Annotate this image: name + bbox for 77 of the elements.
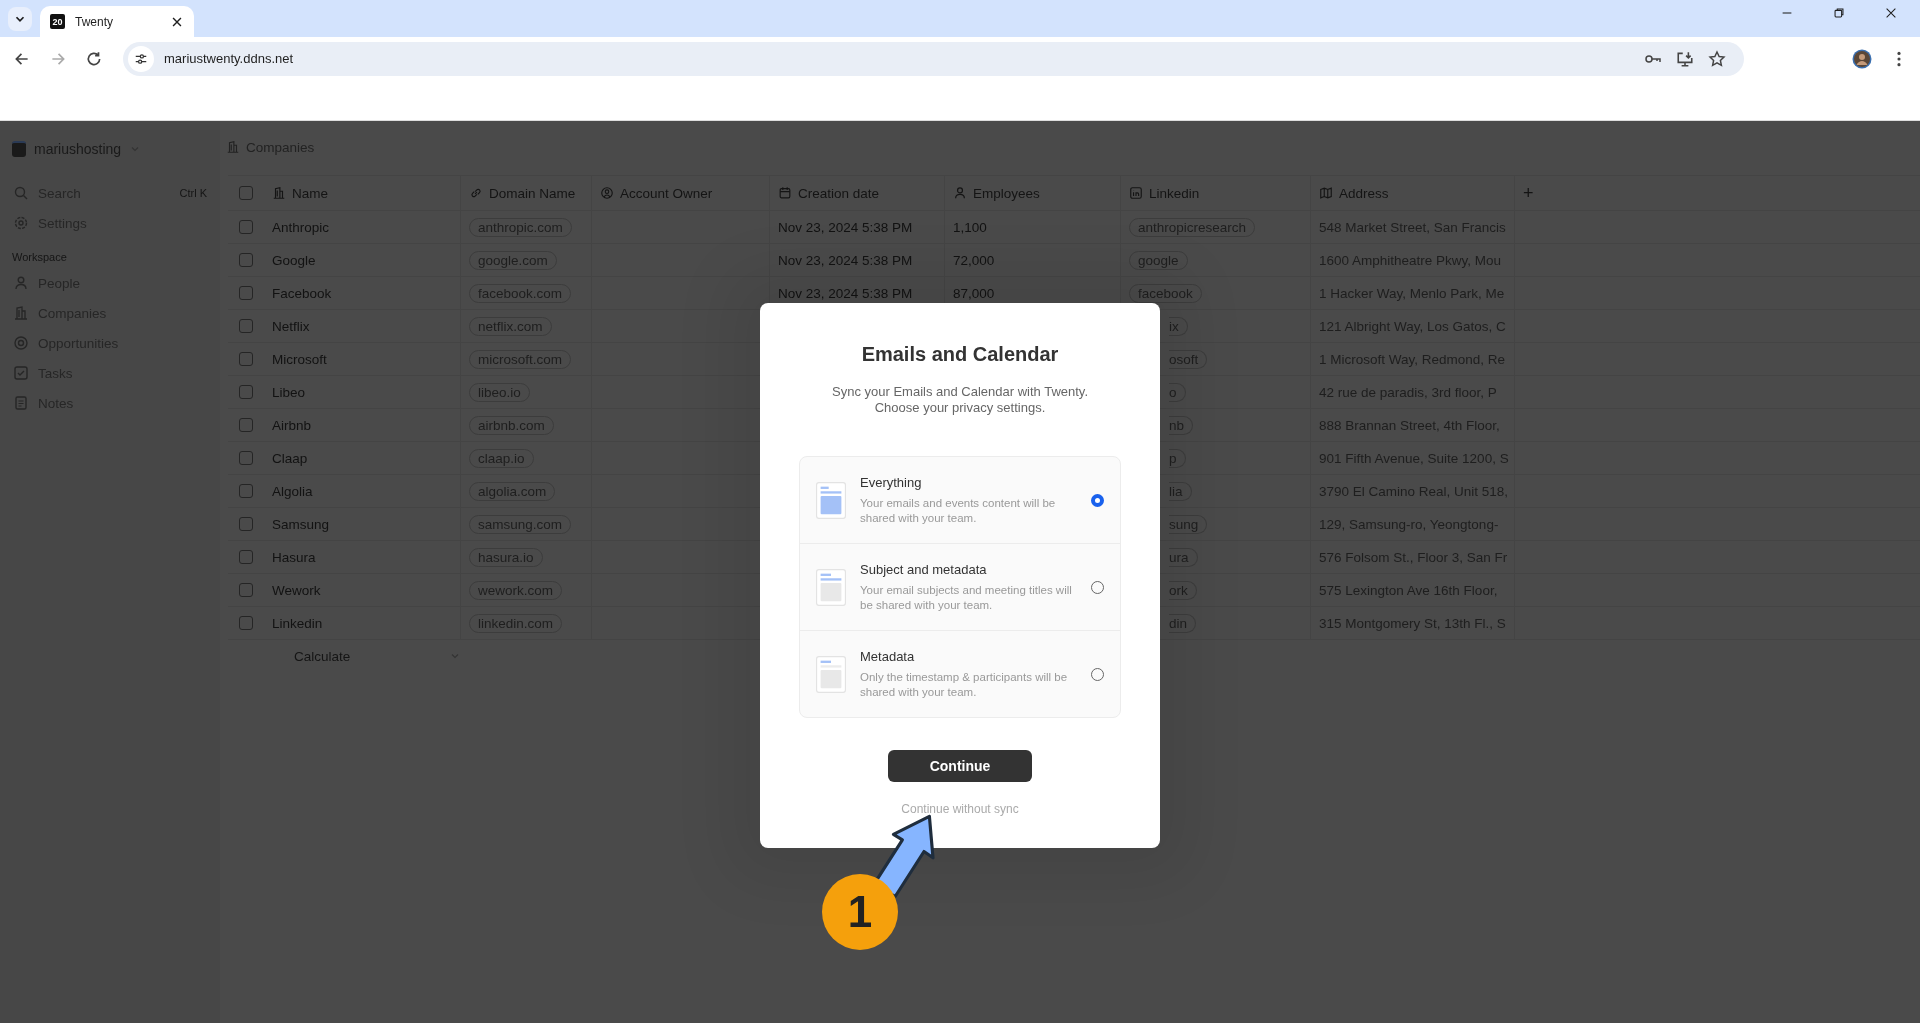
- company-name[interactable]: Hasura: [272, 549, 316, 565]
- favicon-logo: 20: [50, 14, 65, 29]
- company-name[interactable]: Facebook: [272, 285, 332, 301]
- row-checkbox[interactable]: [239, 253, 253, 267]
- option-title: Everything: [860, 474, 923, 490]
- company-name[interactable]: Libeo: [272, 384, 306, 400]
- company-name[interactable]: Microsoft: [272, 351, 327, 367]
- map-icon: [1319, 186, 1333, 200]
- row-checkbox[interactable]: [239, 418, 253, 432]
- company-name[interactable]: Airbnb: [272, 417, 312, 433]
- tab-title: Twenty: [75, 14, 114, 29]
- workspace-logo: [12, 141, 26, 157]
- row-checkbox[interactable]: [239, 484, 253, 498]
- row-checkbox[interactable]: [239, 352, 253, 366]
- close-icon[interactable]: [1884, 6, 1898, 20]
- search-icon: [13, 185, 29, 201]
- row-checkbox[interactable]: [239, 385, 253, 399]
- company-name[interactable]: Samsung: [272, 516, 330, 532]
- row-checkbox[interactable]: [239, 220, 253, 234]
- privacy-option[interactable]: Subject and metadata Your email subjects and meeting titles will be shared with your team.: [800, 544, 1120, 631]
- continue-without-sync-link[interactable]: Continue without sync: [901, 802, 1019, 816]
- company-name[interactable]: Netflix: [272, 318, 310, 334]
- company-name[interactable]: Anthropic: [272, 219, 330, 235]
- option-title: Subject and metadata: [860, 561, 988, 577]
- person-icon: [13, 275, 29, 291]
- restore-icon[interactable]: [1832, 6, 1846, 20]
- row-checkbox[interactable]: [239, 550, 253, 564]
- row-checkbox[interactable]: [239, 517, 253, 531]
- dialog-title: Emails and Calendar: [861, 343, 1059, 366]
- site-settings-button[interactable]: [128, 45, 154, 72]
- address-bar[interactable]: mariustwenty.ddns.net: [123, 41, 1744, 76]
- row-checkbox[interactable]: [239, 583, 253, 597]
- link-icon: [469, 186, 483, 200]
- date-cell: Nov 23, 2024 5:38 PM: [778, 219, 913, 235]
- employees-cell: 1,100: [953, 219, 987, 235]
- row-checkbox[interactable]: [239, 616, 253, 630]
- building-icon: [13, 305, 29, 321]
- company-name[interactable]: Claap: [272, 450, 308, 466]
- sliders-icon: [134, 51, 148, 66]
- privacy-option[interactable]: Metadata Only the timestamp & participants will be shared with your team.: [800, 631, 1120, 717]
- star-icon[interactable]: [1708, 49, 1726, 68]
- tab-search-button[interactable]: [8, 7, 32, 31]
- person-icon: [953, 186, 967, 200]
- linkedin-icon: [1129, 186, 1143, 200]
- row-checkbox[interactable]: [239, 319, 253, 333]
- document-icon: [816, 481, 846, 519]
- option-title: Metadata: [860, 648, 916, 664]
- option-description: Your emails and events content will be shared with your team.: [860, 495, 1057, 526]
- target-icon: [13, 335, 29, 351]
- option-description: Only the timestamp & participants will be shared with your team.: [860, 669, 1069, 700]
- user-circle-icon: [600, 186, 614, 200]
- url-text: mariustwenty.ddns.net: [164, 51, 295, 66]
- continue-button[interactable]: Continue: [888, 750, 1032, 782]
- radio-button[interactable]: [1091, 493, 1104, 507]
- dialog-subtitle: Sync your Emails and Calendar with Twenty. Choose your privacy settings.: [831, 384, 1089, 416]
- company-name[interactable]: Algolia: [272, 483, 313, 499]
- checkbox-icon: [13, 365, 29, 381]
- privacy-option[interactable]: Everything Your emails and events content will be shared with your team.: [800, 457, 1120, 544]
- reload-icon[interactable]: [85, 49, 103, 68]
- company-name[interactable]: Wework: [272, 582, 321, 598]
- settings-icon: [13, 215, 29, 231]
- calendar-icon: [778, 186, 792, 200]
- install-icon[interactable]: [1676, 49, 1694, 68]
- row-checkbox[interactable]: [239, 451, 253, 465]
- company-name[interactable]: Linkedin: [272, 615, 323, 631]
- profile-avatar[interactable]: [1852, 48, 1872, 69]
- company-name[interactable]: Google: [272, 252, 316, 268]
- document-icon: [816, 568, 846, 606]
- document-icon: [816, 655, 846, 693]
- note-icon: [13, 395, 29, 411]
- select-all-checkbox[interactable]: [239, 186, 253, 200]
- browser-tab[interactable]: 20 Twenty: [40, 6, 194, 37]
- building-icon: [272, 186, 286, 200]
- row-checkbox[interactable]: [239, 286, 253, 300]
- option-description: Your email subjects and meeting titles will be shared with your team.: [860, 582, 1073, 613]
- building-icon: [226, 140, 240, 154]
- add-column-button[interactable]: +: [1523, 182, 1534, 204]
